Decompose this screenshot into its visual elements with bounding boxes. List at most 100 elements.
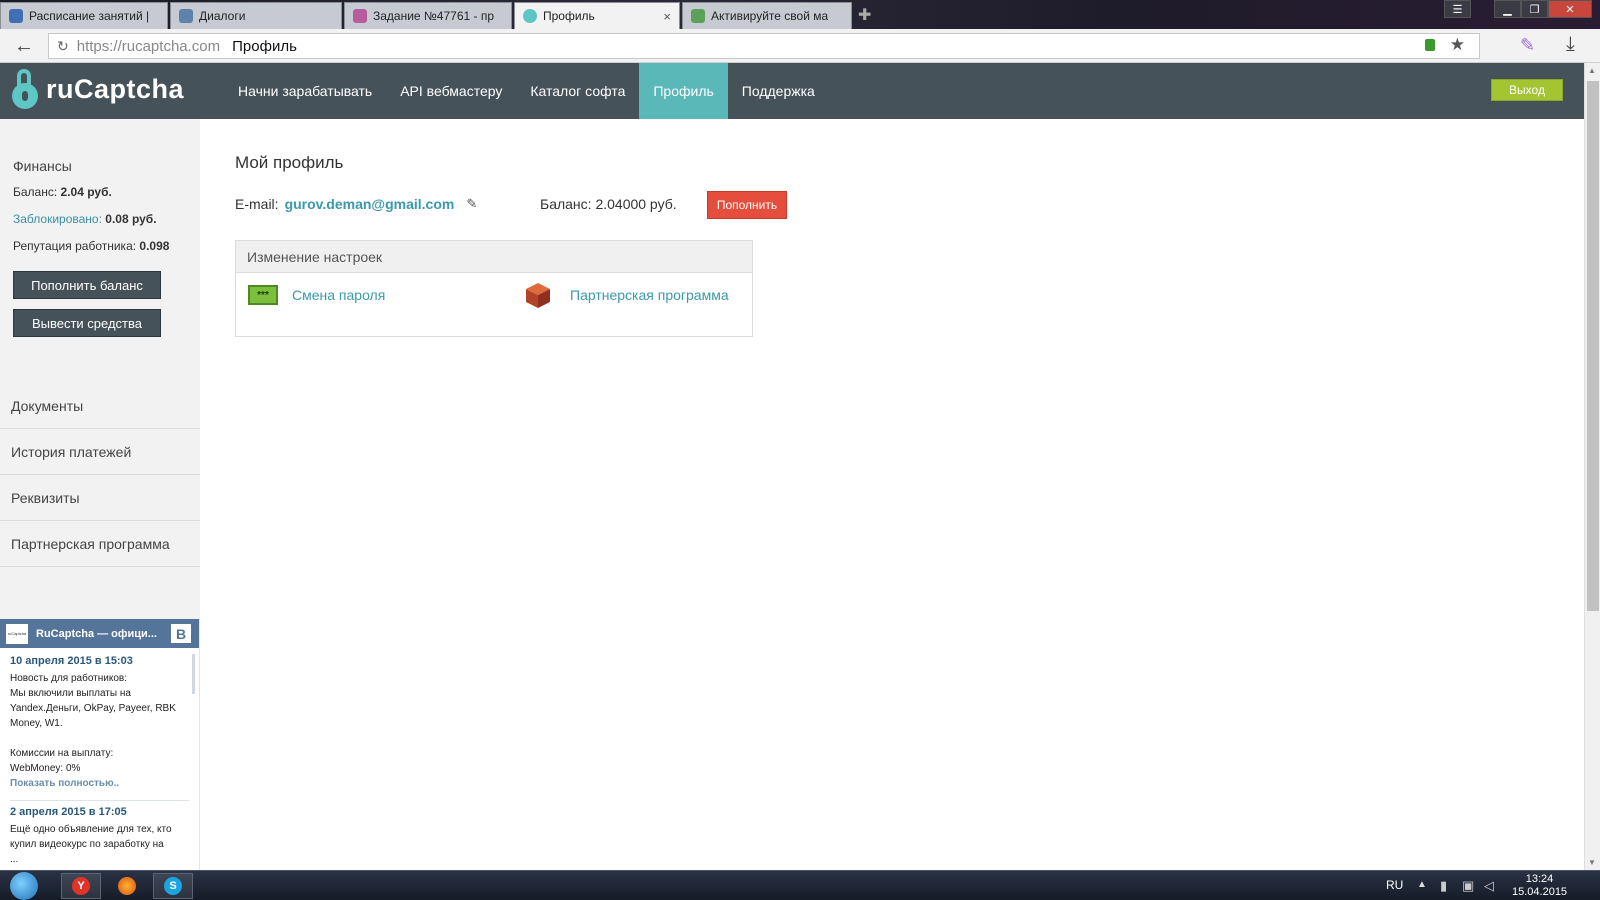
scrollbar-thumb[interactable]: [1587, 81, 1599, 611]
vk-scrollbar[interactable]: [192, 654, 195, 694]
balance-label: Баланс:: [13, 185, 58, 199]
pencil-icon[interactable]: ✎: [466, 196, 477, 212]
signal-icon[interactable]: ▮: [1440, 878, 1447, 894]
start-button[interactable]: [10, 872, 38, 900]
sidebar-item-payment-history[interactable]: История платежей: [0, 429, 200, 475]
partner-program-label[interactable]: Партнерская программа: [570, 287, 729, 303]
vk-group-title[interactable]: RuCaptcha — офици...: [36, 628, 166, 640]
taskbar-yandex-browser[interactable]: Y: [61, 873, 101, 899]
close-icon[interactable]: ×: [663, 9, 671, 24]
gear-icon: [9, 9, 23, 23]
clock[interactable]: 13:24 15.04.2015: [1512, 873, 1567, 899]
new-tab-icon[interactable]: ✚: [858, 5, 871, 25]
vk-widget-header[interactable]: ruCaptcha RuCaptcha — офици... В: [0, 619, 199, 648]
window-controls-right: ▁ ❐ ✕: [1494, 0, 1592, 18]
tab-title: Задание №47761 - пр: [373, 9, 495, 23]
back-arrow-icon[interactable]: ←: [14, 35, 34, 58]
scroll-down-icon[interactable]: ▼: [1588, 858, 1596, 867]
email-link[interactable]: gurov.deman@gmail.com: [285, 196, 455, 212]
browser-tab[interactable]: Расписание занятий |: [0, 2, 168, 29]
network-icon[interactable]: ▣: [1462, 878, 1474, 894]
settings-title: Изменение настроек: [236, 241, 752, 273]
taskbar-firefox[interactable]: [107, 873, 147, 899]
withdraw-button[interactable]: Вывести средства: [13, 309, 161, 337]
tray-expand-icon[interactable]: ▲: [1417, 879, 1427, 890]
password-icon: ***: [248, 285, 278, 305]
firefox-icon: [118, 877, 136, 895]
browser-tab[interactable]: Активируйте свой ма: [682, 2, 852, 29]
menu-icon[interactable]: ☰: [1444, 0, 1471, 18]
reputation-line: Репутация работника: 0.098: [13, 239, 169, 253]
sidebar-item-requisites[interactable]: Реквизиты: [0, 475, 200, 521]
tab-title: Профиль: [543, 9, 595, 23]
clock-time: 13:24: [1525, 873, 1554, 885]
nav-software-catalog[interactable]: Каталог софта: [516, 63, 639, 119]
yandex-icon: Y: [72, 877, 90, 895]
vk-post-date[interactable]: 10 апреля 2015 в 15:03: [10, 654, 189, 669]
page-scrollbar[interactable]: ▲ ▼: [1584, 63, 1600, 870]
volume-icon[interactable]: ◁: [1484, 878, 1494, 894]
tab-title: Расписание занятий |: [29, 9, 150, 23]
page-title: Мой профиль: [235, 153, 344, 172]
window-controls: ☰: [1444, 0, 1471, 18]
vk-post-line: WebMoney: 0%: [10, 763, 81, 774]
sp-icon: [353, 9, 367, 23]
vk-divider: [10, 800, 189, 801]
main-nav: Начни зарабатывать API вебмастеру Катало…: [224, 63, 829, 119]
cloud-icon: [691, 9, 705, 23]
reload-icon[interactable]: ↻: [57, 38, 69, 55]
blocked-value: 0.08 руб.: [105, 212, 157, 226]
nav-profile[interactable]: Профиль: [639, 63, 728, 119]
nav-api[interactable]: API вебмастеру: [386, 63, 516, 119]
logo[interactable]: ruCaptcha: [12, 69, 184, 109]
reputation-label: Репутация работника:: [13, 239, 137, 253]
vk-logo-icon[interactable]: В: [171, 624, 191, 643]
browser-tab[interactable]: Задание №47761 - пр: [344, 2, 512, 29]
restore-icon[interactable]: ❐: [1521, 0, 1548, 18]
minimize-icon[interactable]: ▁: [1494, 0, 1521, 18]
sidebar-item-partner-program[interactable]: Партнерская программа: [0, 521, 200, 567]
padlock-icon: [12, 69, 38, 109]
nav-support[interactable]: Поддержка: [728, 63, 829, 119]
reputation-value: 0.098: [139, 239, 170, 253]
star-icon[interactable]: ★: [1450, 35, 1465, 55]
nav-start-earning[interactable]: Начни зарабатывать: [224, 63, 386, 119]
browser-tab-strip: Расписание занятий | Диалоги Задание №47…: [0, 0, 1600, 29]
vk-widget: ruCaptcha RuCaptcha — офици... В 10 апре…: [0, 619, 200, 870]
logout-button[interactable]: Выход: [1491, 79, 1563, 101]
blocked-link[interactable]: Заблокировано:: [13, 212, 102, 226]
skype-icon: S: [164, 877, 182, 895]
vk-post-line: Новость для работников:: [10, 673, 127, 684]
vk-show-more-link[interactable]: Показать полностью..: [10, 776, 189, 791]
taskbar-skype[interactable]: S: [153, 873, 193, 899]
topup-balance-button[interactable]: Пополнить баланс: [13, 271, 161, 299]
partner-program-link[interactable]: Партнерская программа: [524, 281, 729, 309]
change-password-label[interactable]: Смена пароля: [292, 287, 385, 303]
vk-post-line: ...: [10, 854, 19, 865]
vk-post-line: Комиссии на выплату:: [10, 748, 114, 759]
sidebar-item-documents[interactable]: Документы: [0, 383, 200, 429]
email-label: E-mail:: [235, 196, 279, 212]
vk-group-avatar: ruCaptcha: [6, 623, 28, 644]
site-header: ruCaptcha Начни зарабатывать API вебмаст…: [0, 63, 1584, 119]
scroll-up-icon[interactable]: ▲: [1588, 66, 1596, 75]
finance-title: Финансы: [13, 158, 72, 174]
browser-tab-active[interactable]: Профиль ×: [514, 2, 680, 29]
lock-icon[interactable]: [1425, 39, 1435, 51]
url-field[interactable]: ↻ https://rucaptcha.com Профиль ★: [48, 33, 1480, 59]
clock-date: 15.04.2015: [1512, 886, 1568, 898]
language-indicator[interactable]: RU: [1386, 878, 1403, 892]
url-page-name: Профиль: [232, 37, 297, 55]
window-close-icon[interactable]: ✕: [1548, 0, 1592, 18]
download-icon[interactable]: ⤓: [1566, 33, 1575, 56]
vk-post-date[interactable]: 2 апреля 2015 в 17:05: [10, 805, 189, 820]
profile-balance: Баланс: 2.04000 руб.: [540, 196, 677, 212]
topup-button[interactable]: Пополнить: [707, 191, 787, 219]
url-host: https://rucaptcha.com: [76, 37, 221, 55]
taskbar: Y S RU ▲ ▮ ▣ ◁ 13:24 15.04.2015: [0, 870, 1600, 900]
browser-tab[interactable]: Диалоги: [170, 2, 342, 29]
tab-title: Активируйте свой ма: [711, 9, 829, 23]
feather-icon[interactable]: ✎: [1520, 35, 1535, 56]
blocked-line: Заблокировано: 0.08 руб.: [13, 212, 157, 226]
change-password-link[interactable]: *** Смена пароля: [248, 285, 385, 305]
